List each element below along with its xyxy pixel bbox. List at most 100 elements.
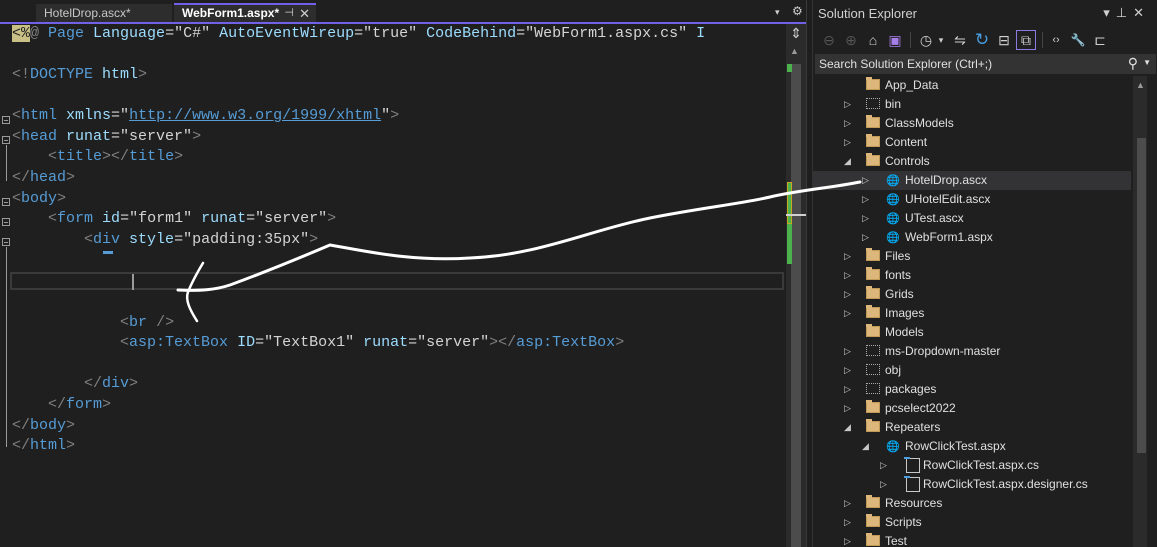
token: </ bbox=[84, 375, 103, 392]
tree-item[interactable]: ▷ Resources bbox=[813, 494, 1131, 513]
sync-with-document-icon[interactable]: ⇋ bbox=[950, 30, 970, 50]
window-position-dropdown-icon[interactable]: ▾ bbox=[1103, 5, 1116, 20]
tab-hoteldrop-ascx[interactable]: HotelDrop.ascx* bbox=[36, 4, 172, 23]
split-window-icon[interactable]: ⇕ bbox=[786, 24, 806, 44]
tree-item-label: pcselect2022 bbox=[885, 401, 956, 415]
tree-item-label: Test bbox=[885, 534, 908, 547]
tree-item[interactable]: ▷ 🌐 WebForm1.aspx bbox=[813, 228, 1131, 247]
expand-arrow-icon[interactable]: ▷ bbox=[844, 399, 851, 418]
tree-item[interactable]: ▷ 🌐 HotelDrop.ascx bbox=[813, 171, 1131, 190]
pending-changes-dropdown-icon[interactable]: ▾ bbox=[931, 30, 951, 50]
collapse-div-icon[interactable] bbox=[2, 238, 10, 246]
tree-item[interactable]: ▷ fonts bbox=[813, 266, 1131, 285]
close-tab-icon[interactable]: ✕ bbox=[299, 5, 310, 22]
gear-icon[interactable]: ⚙ bbox=[792, 4, 803, 18]
collapse-form-icon[interactable] bbox=[2, 218, 10, 226]
tree-item[interactable]: ▷ RowClickTest.aspx.designer.cs bbox=[813, 475, 1131, 494]
expand-arrow-icon[interactable]: ▷ bbox=[880, 456, 887, 475]
expand-arrow-icon[interactable]: ▷ bbox=[880, 475, 887, 494]
collapse-arrow-icon[interactable]: ◢ bbox=[844, 152, 851, 171]
tree-item[interactable]: ▷ bin bbox=[813, 95, 1131, 114]
tree-item[interactable]: ▷ Scripts bbox=[813, 513, 1131, 532]
properties-wrench-icon[interactable]: 🔧 bbox=[1068, 30, 1088, 50]
code-text-area[interactable]: <%@ Page Language="C#" AutoEventWireup="… bbox=[0, 24, 786, 547]
expand-arrow-icon[interactable]: ▷ bbox=[844, 532, 851, 547]
expand-arrow-icon[interactable]: ▷ bbox=[844, 133, 851, 152]
collapse-head-icon[interactable] bbox=[2, 136, 10, 144]
collapse-body-icon[interactable] bbox=[2, 198, 10, 206]
tree-item[interactable]: ▷ 🌐 UTest.ascx bbox=[813, 209, 1131, 228]
view-code-icon[interactable]: ‹› bbox=[1046, 30, 1066, 50]
tree-item[interactable]: ▷ ms-Dropdown-master bbox=[813, 342, 1131, 361]
expand-arrow-icon[interactable]: ▷ bbox=[844, 285, 851, 304]
tree-item[interactable]: ▷ Content bbox=[813, 133, 1131, 152]
scrollbar-thumb[interactable] bbox=[1137, 138, 1146, 453]
expand-arrow-icon[interactable]: ▷ bbox=[862, 190, 869, 209]
tree-item[interactable]: App_Data bbox=[813, 76, 1131, 95]
token: < bbox=[84, 231, 94, 248]
tree-item[interactable]: ◢ Repeaters bbox=[813, 418, 1131, 437]
expand-arrow-icon[interactable]: ▷ bbox=[844, 380, 851, 399]
forward-icon[interactable]: ⊕ bbox=[841, 30, 861, 50]
expand-arrow-icon[interactable]: ▷ bbox=[862, 228, 869, 247]
tab-list-dropdown-icon[interactable]: ▾ bbox=[775, 7, 780, 18]
expand-arrow-icon[interactable]: ▷ bbox=[844, 114, 851, 133]
expand-arrow-icon[interactable]: ▷ bbox=[844, 361, 851, 380]
tab-webform1-aspx[interactable]: WebForm1.aspx* ⊣ ✕ bbox=[174, 3, 316, 23]
token: > bbox=[390, 107, 400, 124]
collapse-html-icon[interactable] bbox=[2, 116, 10, 124]
search-options-dropdown-icon[interactable]: ▼ bbox=[1143, 58, 1151, 67]
scroll-up-arrow-icon[interactable]: ▲ bbox=[1136, 80, 1145, 90]
tree-item[interactable]: Models bbox=[813, 323, 1131, 342]
expand-arrow-icon[interactable]: ▷ bbox=[844, 247, 851, 266]
collapse-arrow-icon[interactable]: ◢ bbox=[862, 437, 869, 456]
home-icon[interactable]: ⌂ bbox=[863, 30, 883, 50]
expand-arrow-icon[interactable]: ▷ bbox=[844, 304, 851, 323]
tree-item-label: ms-Dropdown-master bbox=[885, 344, 1001, 358]
expand-arrow-icon[interactable]: ▷ bbox=[844, 266, 851, 285]
scrollbar-thumb[interactable] bbox=[791, 64, 801, 547]
pin-tab-icon[interactable]: ⊣ bbox=[284, 5, 294, 22]
smart-tag-indicator[interactable] bbox=[103, 251, 113, 254]
collapse-all-icon[interactable]: ⊟ bbox=[994, 30, 1014, 50]
tree-item[interactable]: ▷ packages bbox=[813, 380, 1131, 399]
expand-arrow-icon[interactable]: ▷ bbox=[844, 494, 851, 513]
token: < bbox=[12, 107, 22, 124]
tree-item[interactable]: ◢ Controls bbox=[813, 152, 1131, 171]
back-icon[interactable]: ⊖ bbox=[819, 30, 839, 50]
tree-item[interactable]: ▷ Files bbox=[813, 247, 1131, 266]
folder-icon bbox=[866, 134, 880, 147]
refresh-icon[interactable]: ↻ bbox=[972, 30, 992, 50]
tree-item[interactable]: ▷ Grids bbox=[813, 285, 1131, 304]
auto-hide-pin-icon[interactable]: ⊥ bbox=[1116, 5, 1133, 20]
tree-item[interactable]: ◢ 🌐 RowClickTest.aspx bbox=[813, 437, 1131, 456]
expand-arrow-icon[interactable]: ▷ bbox=[862, 171, 869, 190]
close-icon[interactable]: ✕ bbox=[1133, 5, 1150, 20]
tree-item[interactable]: ▷ ClassModels bbox=[813, 114, 1131, 133]
expand-arrow-icon[interactable]: ▷ bbox=[844, 513, 851, 532]
search-icon[interactable]: ⚲ bbox=[1128, 55, 1138, 72]
solution-explorer-panel: Solution Explorer ▾⊥✕ ⊖ ⊕ ⌂ ▣ ◷ ▾ ⇋ ↻ ⊟ … bbox=[812, 0, 1157, 547]
tree-item[interactable]: ▷ Images bbox=[813, 304, 1131, 323]
preview-selected-items-icon[interactable]: ⊏ bbox=[1090, 30, 1110, 50]
solution-explorer-search-input[interactable]: Search Solution Explorer (Ctrl+;) ⚲ ▼ bbox=[815, 54, 1156, 74]
tree-item[interactable]: ▷ RowClickTest.aspx.cs bbox=[813, 456, 1131, 475]
xmlns-link[interactable]: http://www.w3.org/1999/xhtml bbox=[129, 107, 381, 124]
excluded-folder-icon bbox=[866, 98, 880, 109]
current-line-highlight bbox=[10, 272, 784, 290]
collapse-arrow-icon[interactable]: ◢ bbox=[844, 418, 851, 437]
expand-arrow-icon[interactable]: ▷ bbox=[862, 209, 869, 228]
tree-item[interactable]: ▷ obj bbox=[813, 361, 1131, 380]
tree-item[interactable]: ▷ pcselect2022 bbox=[813, 399, 1131, 418]
vs-solution-icon[interactable]: ▣ bbox=[885, 30, 905, 50]
token: > bbox=[615, 334, 625, 351]
folder-icon bbox=[866, 419, 880, 432]
tree-item[interactable]: ▷ Test bbox=[813, 532, 1131, 547]
expand-arrow-icon[interactable]: ▷ bbox=[844, 95, 851, 114]
scroll-up-arrow-icon[interactable]: ▲ bbox=[790, 46, 799, 56]
folder-icon bbox=[866, 286, 880, 299]
show-all-files-icon[interactable]: ⧉ bbox=[1016, 30, 1036, 50]
tree-item[interactable]: ▷ 🌐 UHotelEdit.ascx bbox=[813, 190, 1131, 209]
expand-arrow-icon[interactable]: ▷ bbox=[844, 342, 851, 361]
